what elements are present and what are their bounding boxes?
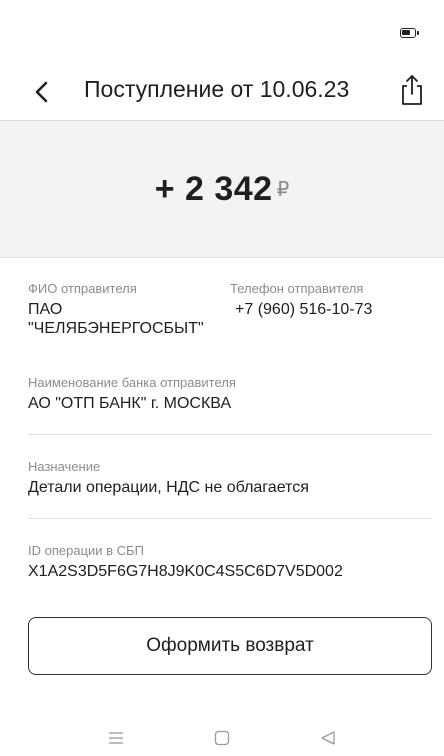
share-icon	[402, 75, 422, 105]
amount-panel: + 2 342 ₽	[0, 121, 444, 258]
sender-bank-label: Наименование банка отправителя	[28, 375, 236, 390]
back-triangle-icon	[321, 731, 335, 745]
page-title: Поступление от 10.06.23	[84, 76, 350, 102]
nav-home-button[interactable]	[204, 722, 240, 754]
system-nav-bar	[0, 720, 444, 756]
purpose-label: Назначение	[28, 459, 101, 474]
status-bar	[0, 0, 444, 58]
nav-back-button[interactable]	[310, 722, 346, 754]
purpose-value: Детали операции, НДС не облагается	[28, 479, 309, 496]
sbp-operation-id-label: ID операции в СБП	[28, 543, 144, 558]
sender-name-label: ФИО отправителя	[28, 281, 137, 296]
divider	[28, 518, 432, 519]
back-button[interactable]	[26, 74, 58, 110]
refund-button[interactable]: Оформить возврат	[28, 617, 432, 675]
currency-symbol: ₽	[276, 178, 290, 201]
amount-value: + 2 342	[154, 169, 273, 208]
battery-icon	[400, 28, 419, 38]
header: Поступление от 10.06.23	[0, 66, 444, 118]
sender-name-value-line1: ПАО	[28, 301, 63, 318]
home-square-icon	[214, 730, 230, 746]
sender-phone-value: +7 (960) 516-10-73	[235, 301, 373, 318]
divider	[28, 434, 432, 435]
menu-icon	[109, 732, 123, 744]
sbp-operation-id-value: X1A2S3D5F6G7H8J9K0C4S5C6D7V5D002	[28, 563, 343, 580]
nav-menu-button[interactable]	[98, 722, 134, 754]
share-button[interactable]	[392, 70, 432, 110]
sender-phone-label: Телефон отправителя	[230, 281, 364, 296]
sender-bank-value: АО "ОТП БАНК" г. МОСКВА	[28, 395, 232, 412]
chevron-left-icon	[35, 81, 48, 103]
sender-name-value-line2: "ЧЕЛЯБЭНЕРГОСБЫТ"	[28, 320, 204, 337]
